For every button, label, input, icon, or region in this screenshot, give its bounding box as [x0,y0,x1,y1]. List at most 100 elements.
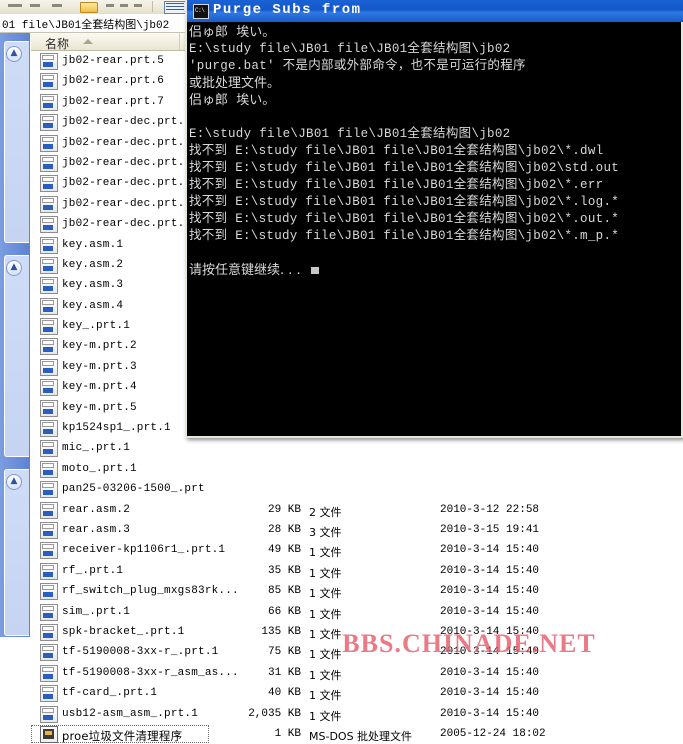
chevron-up-icon-3[interactable]: ▲ [6,474,22,490]
toolbar-back-icon[interactable] [8,4,22,7]
table-row[interactable]: rf_.prt.1 35 KB 1 文件 2010-3-14 15:40 [31,561,683,581]
prt-file-icon [40,542,58,560]
file-name-label: jb02-rear-dec.prt.13 [62,197,199,210]
table-row[interactable]: rear.asm.3 28 KB 3 文件 2010-3-15 19:41 [31,520,683,540]
console-output[interactable]: 侣ゅ郎 埃い。 E:\study file\JB01 file\JB01全套结构图… [187,22,681,434]
console-title-text: Purge Subs from [213,2,362,18]
table-row[interactable]: sim_.prt.1 66 KB 1 文件 2010-3-14 15:40 [31,602,683,622]
table-row[interactable]: usb12-asm_asm_.prt.1 2,035 KB 1 文件 2010-3-1… [31,704,683,724]
prt-file-icon [40,256,58,274]
console-line: 找不到 E:\study file\JB01 file\JB01全套结构图\jb… [189,178,604,192]
console-line: 或批处理文件。 [189,76,281,91]
table-row[interactable]: tf-5190008-3xx-r_asm_as... 31 KB 1 文件 2010-… [31,663,683,683]
file-name-label: jb02-rear-dec.prt.9 [62,116,192,129]
file-size-cell: 1 KB [274,727,301,740]
file-name-label: moto_.prt.1 [62,462,137,475]
file-name-label: jb02-rear-dec.prt.10 [62,136,199,149]
console-cursor [310,267,319,274]
prt-file-icon [40,623,58,641]
table-row[interactable]: tf-card_.prt.1 40 KB 1 文件 2010-3-14 15:40 [31,683,683,703]
selection-focus-rect [31,724,209,743]
file-date-cell: 2010-3-14 15:40 [440,585,540,598]
prt-file-icon [40,481,58,499]
prt-file-icon [40,175,58,193]
prt-file-icon [40,93,58,111]
file-name-label: rear.asm.2 [62,503,131,516]
file-name-label: pan25-03206-1500_.prt [62,483,205,496]
command-prompt-window[interactable]: C:\ Purge Subs from 侣ゅ郎 埃い。 E:\study file… [185,0,683,438]
column-divider-1[interactable] [179,33,180,50]
file-name-label: rear.asm.3 [62,523,131,536]
prt-file-icon [40,53,58,70]
prt-file-icon [40,134,58,152]
file-size-cell: 75 KB [267,646,301,659]
file-date-cell: 2010-3-15 19:41 [440,523,540,536]
prt-file-icon [40,297,58,315]
file-type-cell: 1 文件 [309,607,342,621]
prt-file-icon [40,521,58,539]
prt-file-icon [40,399,58,417]
prt-file-icon [40,562,58,580]
table-row[interactable]: tf-5190008-3xx-r_.prt.1 75 KB 1 文件 2010-3-1… [31,642,683,662]
table-row[interactable]: moto_.prt.1 [31,459,683,479]
table-row[interactable]: mic_.prt.1 [31,438,683,458]
file-name-label: rf_.prt.1 [62,564,124,577]
file-date-cell: 2010-3-14 15:40 [440,605,540,618]
prt-file-icon [40,114,58,132]
prt-file-icon [40,440,58,458]
prt-file-icon [40,685,58,703]
table-row[interactable]: receiver-kp1106r1_.prt.1 49 KB 1 文件 2010-3-… [31,540,683,560]
table-row[interactable]: pan25-03206-1500_.prt [31,479,683,499]
prt-file-icon [40,644,58,662]
table-row[interactable]: rf_switch_plug_mxgs83rk... 85 KB 1 文件 2010-… [31,581,683,601]
console-line: E:\study file\JB01 file\JB01全套结构图\jb02 [189,42,511,56]
file-date-cell: 2010-3-14 15:40 [440,687,540,700]
console-title-bar[interactable]: C:\ Purge Subs from [187,0,683,22]
file-size-cell: 29 KB [267,503,301,516]
prt-file-icon [40,73,58,91]
toolbar-up-icon[interactable] [52,4,62,7]
prt-file-icon [40,277,58,295]
toolbar-copy-icon[interactable] [134,4,142,7]
column-header-name[interactable]: 名称 [45,35,69,52]
toolbar-search-icon[interactable] [106,4,114,7]
file-name-label: key.asm.4 [62,299,124,312]
file-name-label: sim_.prt.1 [62,605,131,618]
chevron-up-icon-2[interactable]: ▲ [6,260,22,276]
file-type-cell: 1 文件 [309,587,342,601]
task-pane-panel-1[interactable] [4,41,29,243]
file-name-label: key-m.prt.4 [62,381,137,394]
task-pane-panel-3[interactable] [4,469,29,636]
toolbar-cut-icon[interactable] [120,4,128,7]
file-name-label: tf-5190008-3xx-r_.prt.1 [62,646,219,659]
table-row[interactable]: spk-bracket_.prt.1 135 KB 1 文件 2010-3-14 15… [31,622,683,642]
console-line: 侣ゅ郎 埃い。 [189,25,276,40]
file-size-cell: 135 KB [261,625,301,638]
file-size-cell: 49 KB [267,544,301,557]
file-date-cell: 2010-3-14 15:40 [440,666,540,679]
file-name-label: jb02-rear.prt.6 [62,75,165,88]
file-type-cell: 2 文件 [309,505,342,519]
file-name-label: key-m.prt.5 [62,401,137,414]
console-line: 'purge.bat' 不是内部或外部命令，也不是可运行的程序 [189,59,526,73]
toolbar-forward-icon[interactable] [30,4,40,7]
prt-file-icon [40,501,58,519]
file-type-cell: 1 文件 [309,546,342,560]
table-row[interactable]: proe垃圾文件清理程序 1 KB MS-DOS 批处理文件 2005-12-24 1… [31,724,683,744]
toolbar-separator [152,1,153,12]
file-type-cell: 1 文件 [309,566,342,580]
table-row[interactable]: rear.asm.2 29 KB 2 文件 2010-3-12 22:58 [31,500,683,520]
file-name-label: key-m.prt.2 [62,340,137,353]
task-pane-panel-2[interactable] [4,255,29,457]
address-text: 01 file\JB01全套结构图\jb02 [2,20,170,32]
file-name-label: key.asm.3 [62,279,124,292]
file-name-label: key.asm.1 [62,238,124,251]
file-name-label: jb02-rear.prt.7 [62,95,165,108]
file-type-cell: 1 文件 [309,648,342,662]
file-name-label: rf_switch_plug_mxgs83rk... [62,585,239,598]
file-size-cell: 2,035 KB [248,707,301,720]
prt-file-icon [40,236,58,254]
prt-file-icon [40,154,58,172]
toolbar-folders-icon[interactable] [78,0,100,13]
chevron-up-icon[interactable]: ▲ [6,46,22,62]
